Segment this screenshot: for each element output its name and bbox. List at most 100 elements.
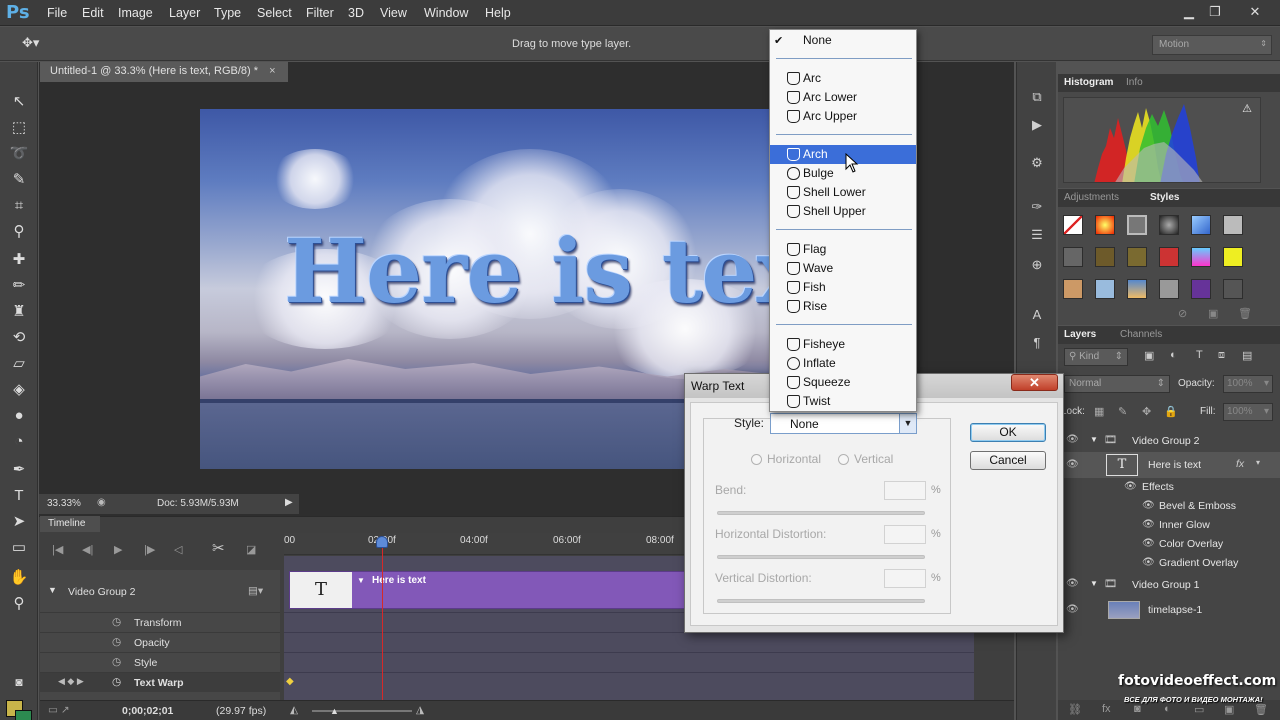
bend-slider[interactable] [717, 511, 925, 515]
menu-edit[interactable]: Edit [82, 6, 104, 20]
style-swatch[interactable] [1095, 279, 1115, 299]
filter-pixel-icon[interactable]: ▣ [1144, 349, 1154, 362]
character-icon[interactable]: A [1028, 306, 1046, 324]
timeline-property-row[interactable]: ◀ ◆ ▶ ◷ Text Warp [40, 672, 280, 692]
link-layers-icon[interactable]: ⛓ [1068, 703, 1082, 716]
vertical-distortion-slider[interactable] [717, 599, 925, 603]
play-icon[interactable]: ▶ [114, 543, 122, 556]
history-icon[interactable]: ⧉ [1028, 88, 1046, 106]
paint-bucket-icon[interactable]: ◈ [9, 380, 29, 400]
healing-brush-icon[interactable]: ✚ [9, 250, 29, 270]
menu-file[interactable]: File [47, 6, 67, 20]
chevron-down-icon[interactable]: ▼ [899, 414, 916, 433]
menu-item-arch[interactable]: Arch [770, 145, 916, 164]
horizontal-distortion-slider[interactable] [717, 555, 925, 559]
lasso-icon[interactable]: ➰ [9, 144, 29, 164]
workspace-selector[interactable]: Motion ⇕ [1152, 35, 1272, 55]
ok-button[interactable]: OK [970, 423, 1046, 442]
new-adjustment-icon[interactable]: ◐ [1164, 703, 1171, 715]
filter-smart-icon[interactable]: ▤ [1242, 349, 1252, 362]
type-icon[interactable]: T [9, 486, 29, 506]
menu-item-fish[interactable]: Fish [770, 278, 916, 297]
vertical-distortion-input[interactable] [884, 569, 926, 588]
timeline-property-row[interactable]: ◷ Style [40, 652, 280, 672]
expand-arrow-icon[interactable]: ▶ [285, 497, 293, 508]
actions-play-icon[interactable]: ▶ [1028, 116, 1046, 134]
hand-icon[interactable]: ✋ [9, 568, 29, 588]
delete-layer-icon[interactable]: 🗑 [1254, 703, 1268, 716]
tab-info[interactable]: Info [1126, 77, 1143, 88]
marquee-icon[interactable]: ⬚ [9, 118, 29, 138]
timeline-group-row[interactable]: ▼ Video Group 2 ▤▾ [40, 580, 280, 604]
first-frame-icon[interactable]: |◀ [52, 543, 63, 556]
style-swatch[interactable] [1127, 247, 1147, 267]
opacity-field[interactable]: 100% ▾ [1223, 375, 1273, 393]
menu-item-arc[interactable]: Arc [770, 69, 916, 88]
style-swatch[interactable] [1159, 215, 1179, 235]
menu-help[interactable]: Help [485, 6, 511, 20]
menu-item-flag[interactable]: Flag [770, 240, 916, 259]
history-brush-icon[interactable]: ⟲ [9, 328, 29, 348]
menu-3d[interactable]: 3D [348, 6, 364, 20]
menu-item-shell-upper[interactable]: Shell Upper [770, 202, 916, 221]
fill-field[interactable]: 100% ▾ [1223, 403, 1273, 421]
expand-triangle-icon[interactable]: ▼ [1090, 579, 1098, 588]
stopwatch-icon[interactable]: ◷ [112, 676, 121, 688]
path-selection-icon[interactable]: ➤ [9, 512, 29, 532]
add-mask-icon[interactable]: ◙ [1134, 703, 1141, 715]
timeline-property-row[interactable]: ◷ Transform [40, 612, 280, 632]
style-swatch[interactable] [1223, 215, 1243, 235]
effect-row[interactable]: 👁 Inner Glow [1058, 516, 1280, 535]
effect-row[interactable]: 👁 Gradient Overlay [1058, 554, 1280, 573]
layer-row[interactable]: 👁 ▼ 🎞 Video Group 2 [1058, 430, 1280, 452]
style-swatch[interactable] [1127, 215, 1147, 235]
zoom-level[interactable]: 33.33% [47, 498, 81, 509]
menu-item-arc-upper[interactable]: Arc Upper [770, 107, 916, 126]
menu-layer[interactable]: Layer [169, 6, 200, 20]
tab-adjustments[interactable]: Adjustments [1064, 192, 1119, 203]
expand-triangle-icon[interactable]: ▼ [48, 585, 57, 595]
style-swatch[interactable] [1191, 247, 1211, 267]
filter-adjustment-icon[interactable]: ◐ [1170, 349, 1177, 361]
document-tab[interactable]: Untitled-1 @ 33.3% (Here is text, RGB/8)… [40, 62, 288, 82]
move-tool-icon[interactable]: ✥▾ [22, 35, 39, 51]
vertical-radio[interactable] [838, 454, 849, 465]
menu-item-shell-lower[interactable]: Shell Lower [770, 183, 916, 202]
zoom-slider-thumb[interactable]: ▲ [330, 706, 339, 716]
visibility-eye-icon[interactable]: 👁 [1142, 500, 1155, 511]
layer-row[interactable]: 👁 timelapse-1 [1058, 598, 1280, 622]
minimize-icon[interactable]: ▁ [1178, 3, 1200, 21]
close-tab-icon[interactable]: × [269, 65, 275, 77]
layer-row[interactable]: 👁 ▼ 🎞 Video Group 1 [1058, 574, 1280, 596]
fx-badge[interactable]: fx [1236, 458, 1244, 470]
clone-source-icon[interactable]: ⊕ [1028, 256, 1046, 274]
style-swatch[interactable] [1063, 215, 1083, 235]
blur-icon[interactable]: ● [9, 406, 29, 426]
visibility-eye-icon[interactable]: 👁 [1066, 578, 1079, 589]
style-swatch[interactable] [1191, 215, 1211, 235]
effects-row[interactable]: 👁 Effects [1058, 478, 1280, 497]
menu-type[interactable]: Type [214, 6, 241, 20]
split-scissors-icon[interactable]: ✂ [212, 539, 225, 557]
menu-image[interactable]: Image [118, 6, 153, 20]
horizontal-distortion-input[interactable] [884, 525, 926, 544]
menu-item-fisheye[interactable]: Fisheye [770, 335, 916, 354]
new-layer-icon[interactable]: ▣ [1224, 703, 1234, 716]
pen-icon[interactable]: ✒ [9, 460, 29, 480]
paragraph-icon[interactable]: ¶ [1028, 334, 1046, 352]
style-swatch[interactable] [1095, 247, 1115, 267]
visibility-eye-icon[interactable]: 👁 [1142, 557, 1155, 568]
style-swatch[interactable] [1223, 279, 1243, 299]
eraser-icon[interactable]: ▱ [9, 354, 29, 374]
expand-triangle-icon[interactable]: ▼ [1090, 435, 1098, 444]
properties-icon[interactable]: ⚙ [1028, 154, 1046, 172]
keyframe-icon[interactable]: ◆ [286, 676, 294, 687]
visibility-eye-icon[interactable]: 👁 [1124, 481, 1137, 492]
visibility-eye-icon[interactable]: 👁 [1142, 538, 1155, 549]
cancel-button[interactable]: Cancel [970, 451, 1046, 470]
dodge-icon[interactable]: ◔ [9, 432, 29, 452]
effect-row[interactable]: 👁 Bevel & Emboss [1058, 497, 1280, 516]
stopwatch-icon[interactable]: ◷ [112, 656, 121, 668]
tab-layers[interactable]: Layers [1064, 329, 1096, 340]
eyedropper-icon[interactable]: ⚲ [9, 222, 29, 242]
